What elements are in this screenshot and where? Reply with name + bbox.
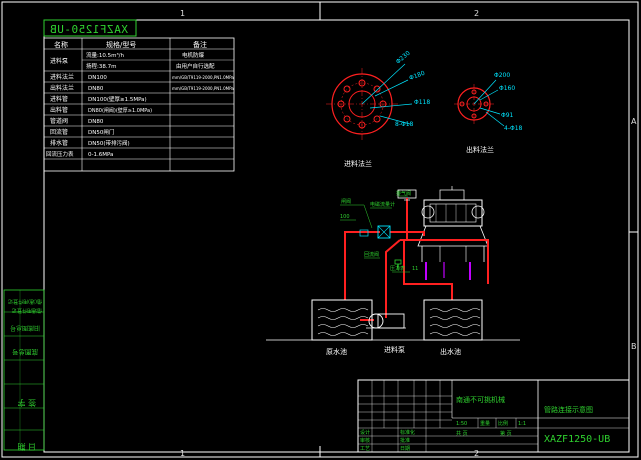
top-mark-1: 1 [180,9,185,18]
sign-cell: 日期 [400,446,410,452]
param-row-note: mm/GB/T9119-2000,PN1.0MPa [172,86,234,91]
param-row-spec: DN80(闸阀)(壁厚≥1.0MPa) [88,107,152,114]
param-row-name: 回流管 [50,128,68,136]
bottom-mark-1: 1 [180,449,185,458]
inlet-flange-d1: Φ230 [395,50,412,66]
tank-caption-out: 出水池 [440,347,461,356]
sign-cell: 设计 [360,429,370,436]
outlet-flange-d2: Φ160 [499,85,515,92]
meta-page: 第 页 [500,430,512,437]
param-row-spec: DN50闸门 [88,128,114,136]
meta-scale: 比例 [498,420,508,427]
feed-tank: 原水池 [311,299,373,356]
right-mark-a: A [631,117,637,126]
title-code: XAZF1250-UB [544,434,610,445]
outlet-flange-caption: 出料法兰 [466,145,494,154]
param-row-name: 出料管 [50,106,68,114]
label-vent: 排气阀 [396,190,411,197]
left-revision-block: 借(通)用件登记 借通用件登记 旧底图总号 底图总号 签 字 日 期 [3,289,45,451]
param-row-name: 进料泵 [50,57,68,65]
param-row-name: 排水管 [50,139,68,147]
sign-cell: 批准 [400,437,410,444]
right-mark-b: B [631,342,637,351]
param-row-spec: 扬程:38.7m [86,62,116,70]
param-row-note: 由用户自行选配 [176,62,215,70]
param-row-note: 电机防爆 [182,51,205,59]
label-feed-valve: 闸阀 [341,198,351,205]
param-row-name: 出料法兰 [50,84,74,92]
centrifuge-machine [417,186,489,280]
param-row-spec: DN80 [88,86,104,92]
inlet-flange-caption: 进料法兰 [344,159,372,168]
param-row-spec: DN100 [88,75,107,81]
param-row-name: 进料法兰 [50,73,74,81]
sign-cell: 工艺 [360,446,370,452]
param-table: 名称 规格/型号 备注 进料泵 流量:10.5m³/h 电机防爆 扬程:38.7… [43,37,235,172]
title-drawing-name: 管路连接示意图 [544,405,593,414]
param-header-name: 名称 [54,40,68,49]
inner-frame [43,19,630,453]
outlet-tank: 出水池 [423,299,483,356]
outlet-flange-holes: 4-Φ18 [504,125,523,132]
meta-total-pages: 共 页 [456,430,468,437]
title-company: 南通不可挑机械 [456,395,505,404]
param-row-spec: 流量:10.5m³/h [86,51,125,59]
param-header-note: 备注 [193,40,207,49]
left-col-label: 日 期 [17,442,36,451]
label-tag-b: 11 [412,266,418,272]
param-row-name: 管道阀 [50,117,68,125]
param-row-spec: DN100(壁厚≥1.5MPa) [88,95,147,103]
left-col-label: 底图总号 [12,348,39,357]
inlet-flange-holes: 8-Φ18 [395,121,414,128]
left-col-label: 旧底图总号 [10,324,40,332]
left-col-label: 借通用件登记 [12,307,42,314]
param-header-spec: 规格/型号 [106,40,136,49]
inlet-flange-d3: Φ118 [414,99,430,106]
cad-drawing: 1 2 1 2 A B XAZF1250-UB 名称 规格/型号 备注 进料泵 … [1,1,639,458]
inlet-flange: Φ230 Φ180 Φ118 8-Φ18 进料法兰 [326,50,430,168]
inlet-flange-d2: Φ180 [408,70,426,82]
label-flow-meter: 电磁流量计 [370,201,395,208]
title-block: 南通不可挑机械 管路连接示意图 XAZF1250-UB 重量 比例 1:1 共 … [357,379,630,453]
meta-scale-value-2: 1:50 [456,421,467,427]
param-row-spec: 0-1.6MPa [88,152,113,158]
sign-cell: 标准化 [400,429,415,436]
tank-caption-pump: 进料泵 [384,345,405,354]
pipework [344,231,489,321]
outer-frame [1,1,639,458]
label-pressure-gauge: 压力表 [390,265,405,272]
label-tag-a: 100 [340,214,350,220]
tank-caption-feed: 原水池 [326,347,347,356]
outlet-flange: Φ200 Φ160 Φ91 4-Φ18 出料法兰 [454,72,523,154]
meta-weight: 重量 [480,420,490,427]
meta-scale-value: 1:1 [518,421,526,427]
param-row-spec: DN80 [88,119,104,125]
sign-cell: 审核 [360,437,370,444]
bottom-mark-2: 2 [474,449,479,458]
outlet-flange-d3: Φ91 [501,112,514,119]
label-return-valve: 回流阀 [364,251,379,258]
drawing-code-mirrored: XAZF1250-UB [50,23,128,36]
outlet-flange-d1: Φ200 [494,72,510,79]
param-row-name: 回流压力表 [46,150,74,158]
left-col-label: 签 字 [17,398,36,408]
top-mark-2: 2 [474,9,479,18]
param-row-note: mm/GB/T9119-2000,PN1.0MPa [172,75,234,80]
param-row-name: 进料管 [50,95,68,103]
left-col-label: 借(通)用件登记 [8,298,42,305]
param-row-spec: DN50(带排污阀) [88,139,130,147]
